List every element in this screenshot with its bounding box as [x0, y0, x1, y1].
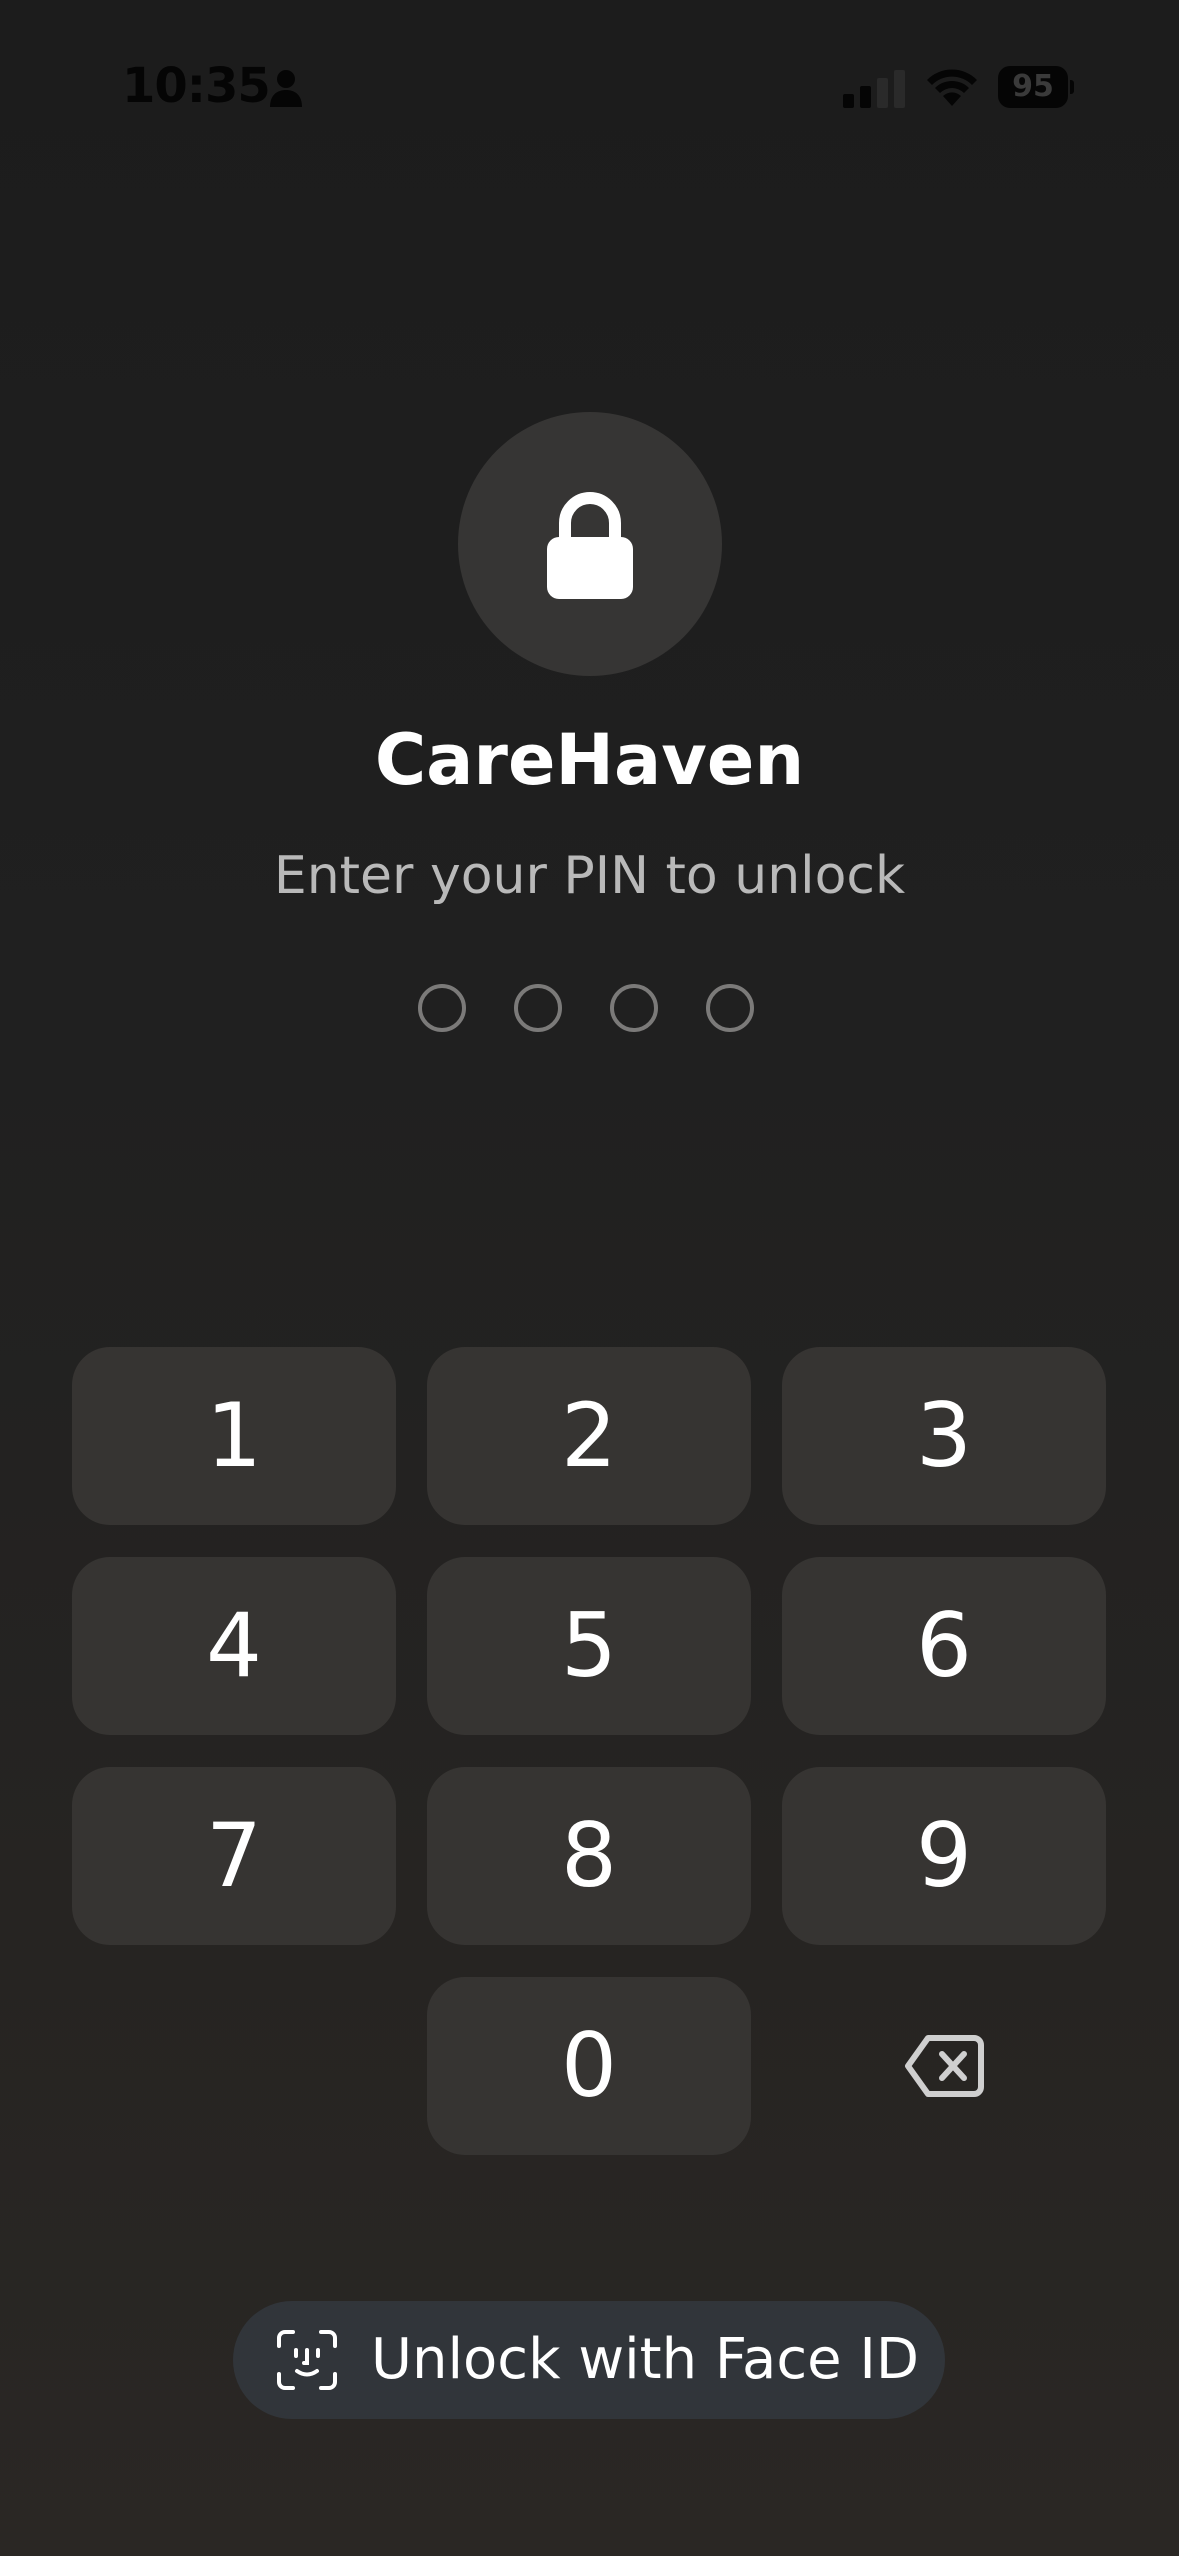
key-8[interactable]: 8 [427, 1767, 751, 1945]
pin-indicator [418, 984, 762, 1040]
status-bar: 10:35 95 [0, 0, 1179, 170]
lock-icon [547, 492, 633, 599]
key-7[interactable]: 7 [72, 1767, 396, 1945]
key-1[interactable]: 1 [72, 1347, 396, 1525]
wifi-icon [927, 69, 977, 106]
person-icon [270, 70, 302, 107]
key-5[interactable]: 5 [427, 1557, 751, 1735]
key-3[interactable]: 3 [782, 1347, 1106, 1525]
keypad: 1 2 3 4 5 6 7 8 9 0 [0, 0, 1179, 2556]
pin-dot [418, 984, 466, 1032]
pin-dot [610, 984, 658, 1032]
key-0[interactable]: 0 [427, 1977, 751, 2155]
pin-dot [706, 984, 754, 1032]
pin-dot [514, 984, 562, 1032]
app-title: CareHaven [374, 719, 805, 801]
status-time: 10:35 [122, 58, 271, 114]
face-id-button[interactable]: Unlock with Face ID [233, 2301, 945, 2419]
battery-level: 95 [1012, 69, 1054, 104]
delete-button[interactable] [782, 1977, 1106, 2155]
face-id-icon [277, 2330, 337, 2390]
battery-indicator: 95 [998, 66, 1074, 108]
key-9[interactable]: 9 [782, 1767, 1106, 1945]
cellular-signal-icon [843, 70, 905, 108]
key-4[interactable]: 4 [72, 1557, 396, 1735]
pin-prompt: Enter your PIN to unlock [273, 846, 906, 906]
key-2[interactable]: 2 [427, 1347, 751, 1525]
key-6[interactable]: 6 [782, 1557, 1106, 1735]
lock-badge [458, 412, 722, 676]
battery-cap [1070, 80, 1074, 94]
face-id-label: Unlock with Face ID [371, 2327, 919, 2392]
delete-backspace-icon [905, 2035, 984, 2097]
